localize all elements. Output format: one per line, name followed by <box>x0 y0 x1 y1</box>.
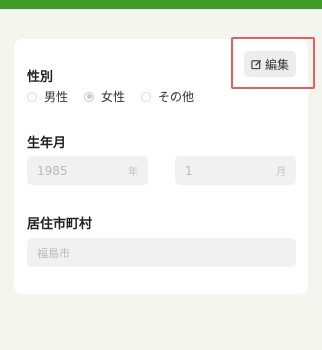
edit-button[interactable]: 編集 <box>244 51 296 77</box>
birth-year-value: 1985 <box>37 163 68 178</box>
edit-button-label: 編集 <box>264 57 289 72</box>
radio-female-circle[interactable] <box>84 91 95 102</box>
city-field[interactable]: 福島市 <box>27 238 296 267</box>
birth-year-field[interactable]: 1985 年 <box>27 156 148 185</box>
gender-label: 性別 <box>27 70 54 85</box>
birth-month-value: 1 <box>185 163 193 178</box>
birth-month-field[interactable]: 1 月 <box>175 156 296 185</box>
radio-male[interactable]: 男性 <box>27 88 68 105</box>
top-bar <box>0 0 322 9</box>
radio-female[interactable]: 女性 <box>84 88 125 105</box>
radio-male-circle[interactable] <box>27 91 37 102</box>
city-value: 福島市 <box>37 246 70 260</box>
birth-month-unit: 月 <box>276 167 286 178</box>
birth-label: 生年月 <box>27 136 67 151</box>
radio-male-label: 男性 <box>44 90 69 104</box>
radio-other-label: その他 <box>158 90 195 104</box>
birth-year-unit: 年 <box>128 167 138 178</box>
edit-icon <box>251 59 262 69</box>
city-label: 居住市町村 <box>27 217 93 232</box>
radio-female-label: 女性 <box>101 90 126 104</box>
radio-other[interactable]: その他 <box>141 88 194 105</box>
radio-other-circle[interactable] <box>141 91 152 102</box>
gender-radio-group: 男性 女性 その他 <box>27 88 210 105</box>
